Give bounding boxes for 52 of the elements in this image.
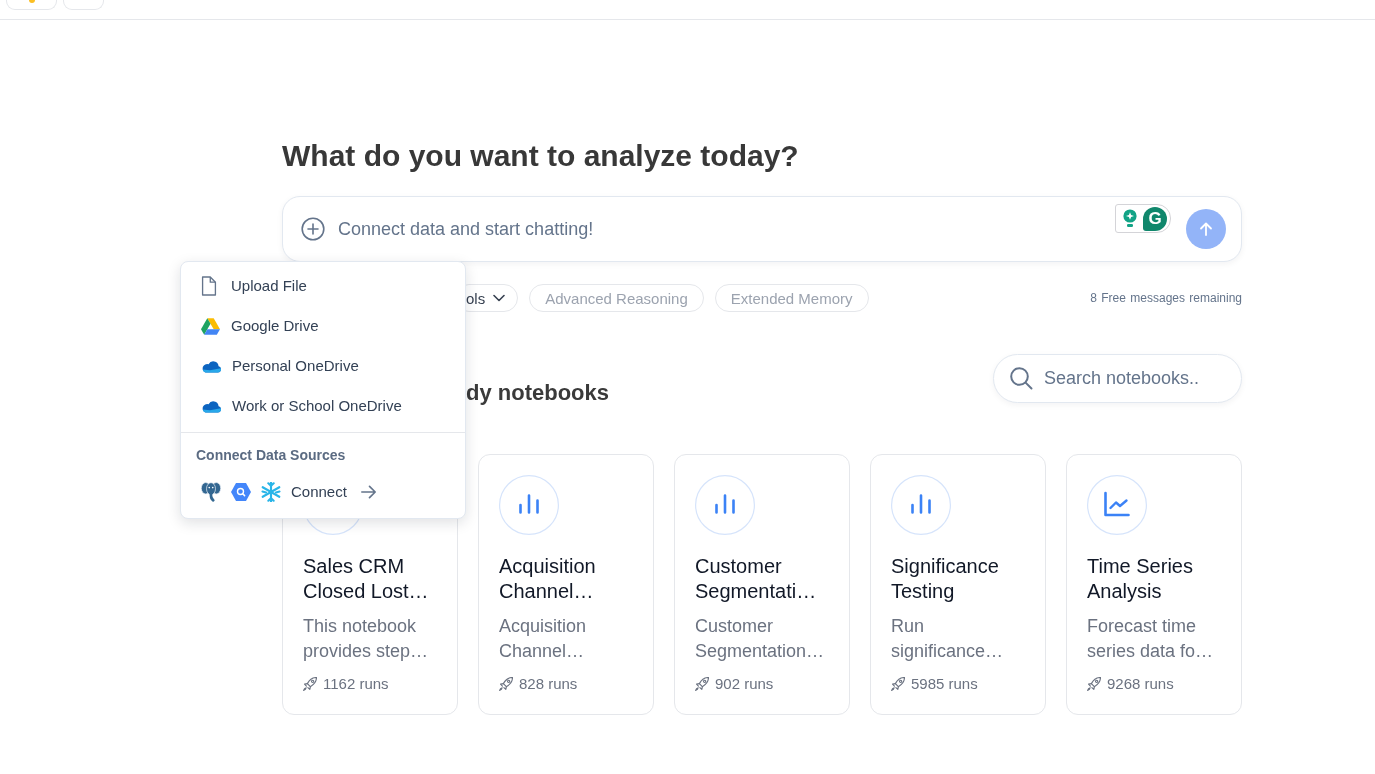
notebook-title: Acquisition Channel… <box>499 554 597 604</box>
rocket-icon <box>1087 677 1101 691</box>
run-count: 5985 runs <box>911 673 978 694</box>
triangle-icon <box>201 317 220 335</box>
run-count: 9268 runs <box>1107 673 1174 694</box>
notebook-description: Acquisition Channel… <box>499 615 588 663</box>
notebook-card[interactable]: Time Series Analysis Forecast time series data fo… 9268 runs <box>1066 454 1242 715</box>
notebook-card[interactable]: Customer Segmentati… Customer Segmentation… 902 runs <box>674 454 850 715</box>
page-heading: What do you want to analyze today? <box>282 139 800 173</box>
cloud-icon <box>201 359 221 373</box>
menu-item[interactable]: Personal OneDrive <box>181 346 465 386</box>
toolbar-button[interactable] <box>63 0 104 10</box>
rocket-icon <box>695 677 709 691</box>
notebook-description: Customer Segmentation… <box>695 615 826 663</box>
elephant-icon <box>201 482 221 502</box>
notebook-card[interactable]: Significance Testing Run significance… 5985 runs <box>870 454 1046 715</box>
hexagon-icon <box>231 483 251 501</box>
arrow-up-icon <box>1198 221 1214 237</box>
notebook-card[interactable]: Acquisition Channel… Acquisition Channel… 828 runs <box>478 454 654 715</box>
section-heading: dy notebooks <box>466 379 609 407</box>
run-count: 1162 runs <box>323 673 389 694</box>
notebook-title: Significance Testing <box>891 554 1000 604</box>
search-field[interactable]: Search notebooks.. <box>993 354 1242 403</box>
cropped-icon <box>28 0 35 3</box>
rocket-icon <box>303 677 317 691</box>
run-count: 828 runs <box>519 673 578 694</box>
run-count: 902 runs <box>715 673 774 694</box>
bar-chart-icon <box>499 475 559 535</box>
bar-chart-icon <box>891 475 951 535</box>
notebook-title: Sales CRM Closed Lost… <box>303 554 430 604</box>
plus-circle-icon[interactable] <box>301 217 325 241</box>
lightbulb-icon <box>1122 209 1138 228</box>
toolbar-button[interactable] <box>6 0 57 10</box>
menu-item[interactable]: Work or School OneDrive <box>181 386 465 426</box>
rocket-icon <box>499 677 513 691</box>
notebook-title: Time Series Analysis <box>1087 554 1194 604</box>
cloud-icon <box>201 399 221 413</box>
line-chart-icon <box>1087 475 1147 535</box>
notebook-title: Customer Segmentati… <box>695 554 818 604</box>
search-icon <box>1009 366 1033 390</box>
extension-widget[interactable]: G <box>1115 204 1171 233</box>
chevron-down-icon <box>493 294 506 302</box>
arrow-right-icon <box>360 485 376 499</box>
messages-remaining: 8 Free messages remaining <box>1090 290 1242 307</box>
file-icon <box>201 276 217 296</box>
bar-chart-icon <box>695 475 755 535</box>
rocket-icon <box>891 677 905 691</box>
notebook-description: This notebook provides step… <box>303 615 430 663</box>
extension-logo: G <box>1143 206 1167 231</box>
snowflake-icon <box>261 482 281 502</box>
notebook-description: Forecast time series data fo… <box>1087 615 1215 663</box>
notebook-description: Run significance… <box>891 615 1005 663</box>
